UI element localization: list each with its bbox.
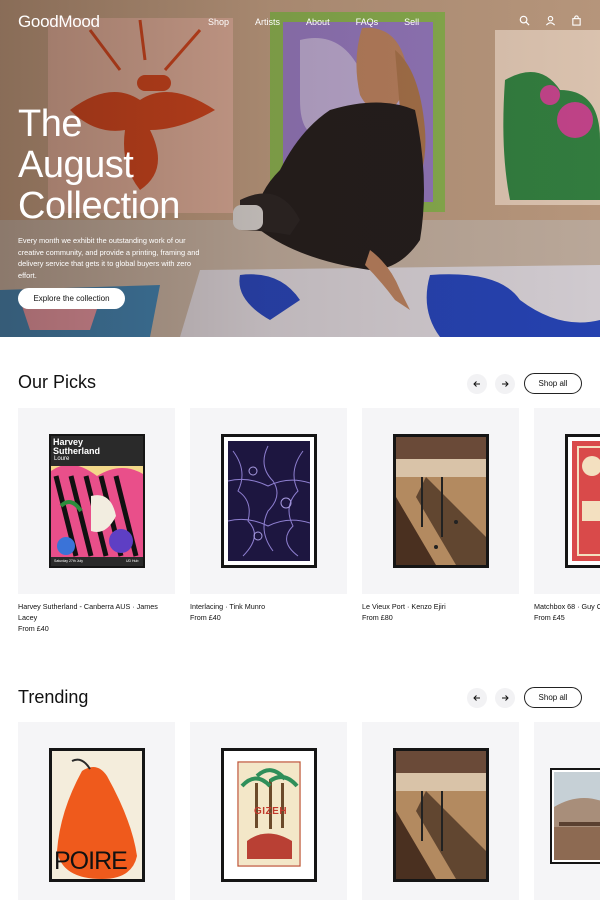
- product-card[interactable]: GIZEH: [190, 722, 347, 900]
- picks-shop-all-button[interactable]: Shop all: [524, 373, 582, 394]
- poster-subtitle: Loure: [54, 456, 70, 462]
- bag-icon[interactable]: [571, 15, 582, 26]
- nav-shop[interactable]: Shop: [208, 17, 229, 27]
- poster-art: [396, 751, 486, 879]
- product-card[interactable]: POIRE: [18, 722, 175, 900]
- nav-artists[interactable]: Artists: [255, 17, 280, 27]
- trending-shop-all-button[interactable]: Shop all: [524, 687, 582, 708]
- hero-title: The August Collection: [18, 104, 318, 227]
- product-price: From £80: [362, 613, 393, 622]
- logo[interactable]: GoodMood: [18, 12, 100, 32]
- nav-links: Shop Artists About FAQs Sell: [208, 17, 445, 27]
- user-icon[interactable]: [545, 15, 556, 26]
- top-navigation: GoodMood Shop Artists About FAQs Sell: [0, 0, 600, 44]
- product-name[interactable]: Interlacing · Tink Munro: [190, 601, 350, 612]
- product-price: From £40: [18, 624, 49, 633]
- our-picks-title: Our Picks: [18, 372, 97, 392]
- poster-illustration: [396, 751, 486, 879]
- hero-title-line: Collection: [18, 185, 180, 227]
- product-price: From £45: [534, 613, 565, 622]
- poster-art: [572, 441, 600, 561]
- arrow-right-icon: [502, 695, 509, 701]
- poster-illustration: [554, 772, 600, 860]
- nav-sell[interactable]: Sell: [404, 17, 419, 27]
- poster-art: [228, 441, 310, 561]
- nav-icons: [519, 15, 582, 26]
- poster-text: GIZEH: [254, 806, 288, 817]
- trending-prev-button[interactable]: [467, 688, 487, 708]
- explore-collection-button[interactable]: Explore the collection: [18, 288, 125, 309]
- trending-next-button[interactable]: [495, 688, 515, 708]
- poster-venue: UD Hub: [126, 559, 139, 563]
- trending-title: Trending: [18, 687, 89, 707]
- nav-faqs[interactable]: FAQs: [356, 17, 379, 27]
- product-name[interactable]: Le Vieux Port · Kenzo Ejiri: [362, 601, 522, 612]
- poster-text: POIRE: [54, 847, 128, 875]
- arrow-left-icon: [473, 381, 480, 387]
- product-card[interactable]: Matchbox 68 · Guy C From £45: [534, 408, 600, 638]
- hero-description: Every month we exhibit the outstanding w…: [18, 236, 200, 280]
- hero-banner: GoodMood Shop Artists About FAQs Sell Th…: [0, 0, 600, 337]
- nav-about[interactable]: About: [306, 17, 330, 27]
- hero-title-line: The: [18, 103, 82, 145]
- poster-title: Harvey Sutherland: [53, 438, 100, 456]
- hero-title-line: August: [18, 144, 134, 186]
- picks-next-button[interactable]: [495, 374, 515, 394]
- poster-illustration: [572, 441, 600, 561]
- product-name[interactable]: Harvey Sutherland - Canberra AUS · James…: [18, 601, 168, 623]
- product-name[interactable]: Matchbox 68 · Guy C: [534, 601, 600, 612]
- picks-prev-button[interactable]: [467, 374, 487, 394]
- product-card[interactable]: [362, 722, 519, 900]
- product-card[interactable]: [534, 722, 600, 900]
- arrow-right-icon: [502, 381, 509, 387]
- poster-art: [554, 772, 600, 860]
- search-icon[interactable]: [519, 15, 530, 26]
- poster-date: Saturday 27th July: [54, 559, 83, 563]
- poster-illustration: [396, 437, 486, 565]
- arrow-left-icon: [473, 695, 480, 701]
- poster-text-line: Sutherland: [53, 446, 101, 456]
- poster-art: [396, 437, 486, 565]
- product-price: From £40: [190, 613, 221, 622]
- poster-illustration: [228, 441, 310, 561]
